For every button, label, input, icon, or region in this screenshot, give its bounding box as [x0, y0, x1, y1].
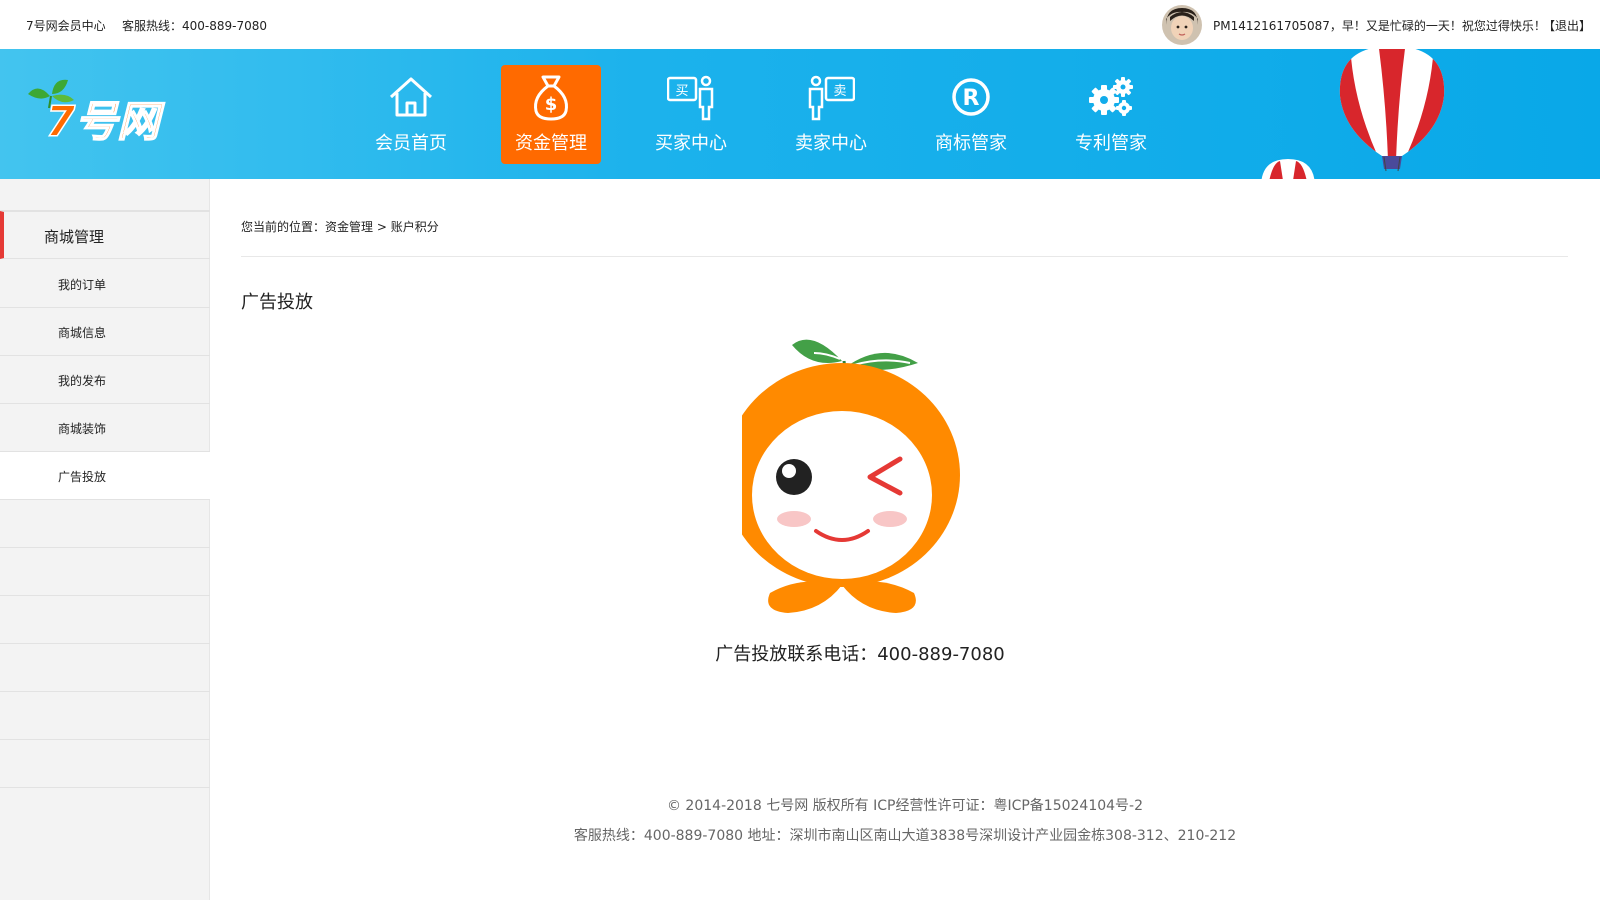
- sidebar-empty-row: [0, 500, 210, 548]
- site-logo[interactable]: 7号网: [28, 74, 188, 147]
- svg-text:7号网: 7号网: [46, 97, 165, 144]
- nav-label: 会员首页: [375, 133, 447, 154]
- nav-buyer-center[interactable]: 买 买家中心: [641, 65, 741, 164]
- sidebar-group-label: 商城管理: [44, 228, 105, 246]
- nav-member-home[interactable]: 会员首页: [361, 65, 461, 164]
- sidebar-item-mall-decoration[interactable]: 商城装饰: [0, 404, 210, 452]
- seller-icon: 卖: [807, 73, 856, 121]
- hot-air-balloon-icon: [1332, 49, 1452, 179]
- nav-fund-management[interactable]: $ 资金管理: [501, 65, 601, 164]
- breadcrumb-prefix: 您当前的位置：: [241, 220, 326, 234]
- logout-link[interactable]: 【退出】: [1543, 17, 1591, 34]
- svg-text:$: $: [545, 94, 558, 115]
- nav-label: 卖家中心: [795, 133, 867, 154]
- page-title: 广告投放: [241, 292, 313, 313]
- svg-text:R: R: [963, 86, 980, 111]
- money-bag-icon: $: [527, 73, 575, 121]
- svg-text:卖: 卖: [833, 84, 846, 99]
- orange-mascot-icon: [724, 335, 982, 625]
- nav-seller-center[interactable]: 卖 卖家中心: [781, 65, 881, 164]
- sidebar-empty-row: [0, 692, 210, 740]
- sidebar-item-my-orders[interactable]: 我的订单: [0, 260, 210, 308]
- footer-address: 客服热线：400-889-7080 地址：深圳市南山区南山大道3838号深圳设计…: [573, 828, 1237, 844]
- breadcrumb-current: 账户积分: [390, 220, 439, 234]
- sidebar-item-label: 广告投放: [58, 470, 107, 484]
- content-divider: [241, 256, 1568, 257]
- hotline-text: 客服热线：400-889-7080: [122, 19, 268, 33]
- sidebar-empty-row: [0, 548, 210, 596]
- sidebar-group-mall-management[interactable]: 商城管理: [0, 211, 210, 259]
- breadcrumb-separator: >: [373, 220, 391, 234]
- ad-contact-phone: 广告投放联系电话：400-889-7080: [715, 644, 1005, 665]
- nav-label: 买家中心: [655, 133, 727, 154]
- nav-trademark-manager[interactable]: R 商标管家: [921, 65, 1021, 164]
- sidebar-item-label: 商城信息: [58, 326, 107, 340]
- sidebar-empty-row: [0, 740, 210, 788]
- sidebar-spacer: [0, 179, 210, 211]
- footer-copyright: © 2014-2018 七号网 版权所有 ICP经营性许可证：粤ICP备1502…: [666, 798, 1144, 814]
- buyer-icon: 买: [666, 73, 715, 121]
- greeting-text: PM1412161705087，早！又是忙碌的一天！祝您过得快乐！: [1213, 19, 1546, 33]
- sidebar-item-mall-info[interactable]: 商城信息: [0, 308, 210, 356]
- nav-label: 商标管家: [935, 133, 1007, 154]
- registered-trademark-icon: R: [947, 73, 995, 121]
- nav-label: 专利管家: [1075, 133, 1147, 154]
- sidebar-item-ad-placement[interactable]: 广告投放: [0, 452, 210, 500]
- header-banner: 7号网 会员首页 $ 资金管理 买 买家中心 卖 卖家中心 R 商标管家 专利管…: [0, 49, 1600, 179]
- svg-text:买: 买: [675, 84, 688, 99]
- home-icon: [387, 73, 435, 121]
- nav-patent-manager[interactable]: 专利管家: [1061, 65, 1161, 164]
- breadcrumb-link-fund-management[interactable]: 资金管理: [325, 220, 373, 234]
- nav-label: 资金管理: [515, 133, 587, 154]
- breadcrumb: 您当前的位置：资金管理 > 账户积分: [241, 218, 439, 235]
- sidebar-empty-row: [0, 596, 210, 644]
- sidebar-item-label: 我的订单: [58, 278, 107, 292]
- gears-icon: [1087, 73, 1135, 121]
- sidebar-empty-row: [0, 644, 210, 692]
- sidebar-item-my-posts[interactable]: 我的发布: [0, 356, 210, 404]
- site-name: 7号网会员中心: [26, 19, 106, 33]
- sidebar-item-label: 商城装饰: [58, 422, 107, 436]
- top-bar: 7号网会员中心 客服热线：400-889-7080 PM141216170508…: [0, 0, 1600, 49]
- sidebar-item-label: 我的发布: [58, 374, 107, 388]
- sidebar: 商城管理 我的订单 商城信息 我的发布 商城装饰 广告投放: [0, 179, 210, 900]
- small-balloon-icon: [1258, 157, 1318, 179]
- user-avatar[interactable]: [1162, 5, 1202, 45]
